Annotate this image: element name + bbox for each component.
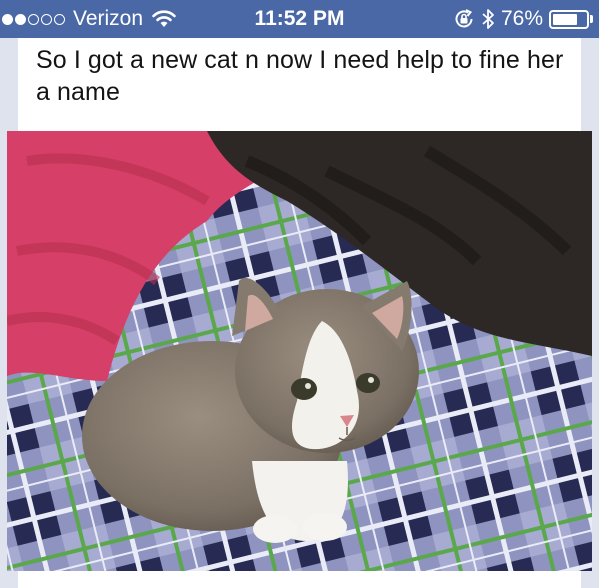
battery-tip — [590, 15, 593, 23]
status-right: 76% — [453, 0, 593, 38]
bluetooth-icon — [482, 9, 494, 29]
battery-fill — [553, 13, 578, 25]
post-photo[interactable] — [7, 131, 592, 571]
rotation-lock-icon — [455, 9, 473, 28]
status-bar: Verizon 11:52 PM 76% — [0, 0, 599, 38]
battery-percent: 76% — [500, 7, 543, 30]
battery-body — [549, 9, 589, 29]
post-text: So I got a new cat n now I need help to … — [36, 46, 564, 106]
kitten-photo — [7, 131, 592, 571]
battery-icon — [549, 9, 593, 29]
